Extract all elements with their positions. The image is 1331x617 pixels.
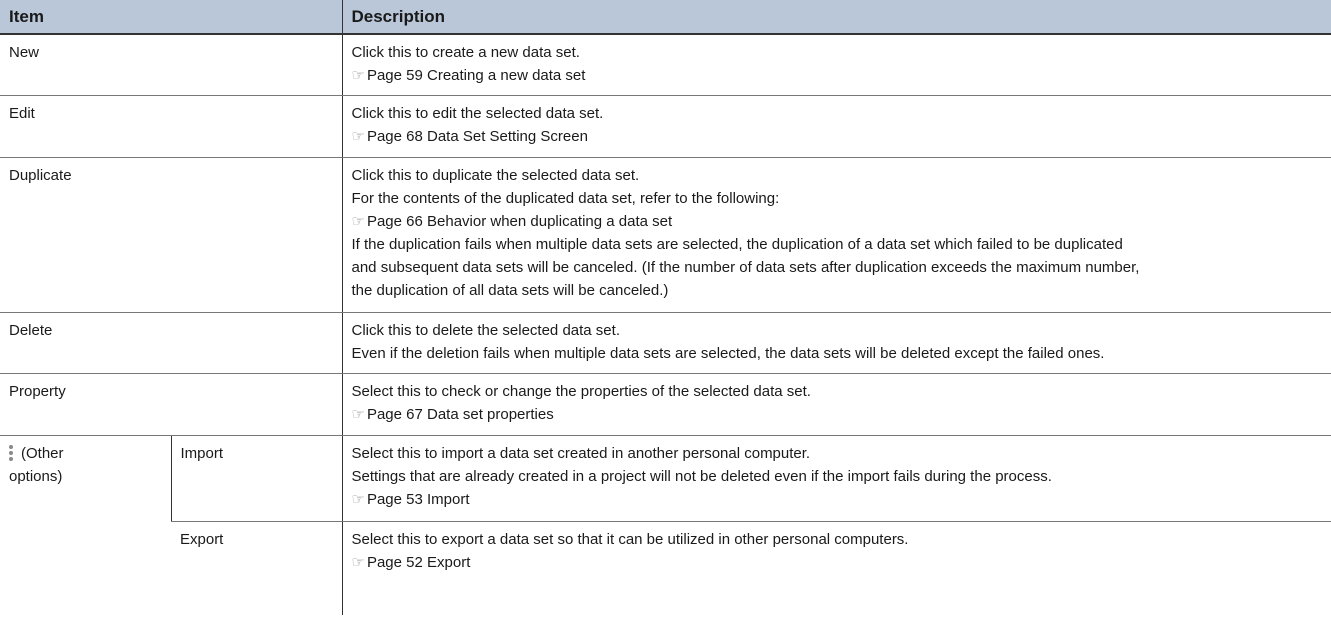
header-description: Description bbox=[341, 0, 1331, 35]
page-reference-label: Page 59 Creating a new data set bbox=[366, 67, 586, 84]
table-row: New Click this to create a new data set.… bbox=[0, 34, 1331, 96]
description-line: Even if the deletion fails when multiple… bbox=[351, 344, 1105, 362]
item-new: New bbox=[0, 34, 342, 96]
options-table: Item Description New Click this to creat… bbox=[0, 0, 1331, 615]
page-reference[interactable]: ☞ Page 66 Behavior when duplicating a dat… bbox=[352, 210, 1323, 233]
page-reference[interactable]: ☞ Page 68 Data Set Setting Screen bbox=[352, 125, 1323, 148]
description-line: For the contents of the duplicated data … bbox=[351, 189, 780, 207]
description-line: Click this to create a new data set. bbox=[351, 44, 580, 61]
page-reference[interactable]: ☞ Page 53 Import bbox=[352, 488, 1323, 511]
page-reference-label: Page 52 Export bbox=[366, 553, 471, 571]
page-reference-label: Page 53 Import bbox=[366, 490, 470, 508]
description-line: Select this to export a data set so that… bbox=[351, 530, 909, 548]
item-duplicate: Duplicate bbox=[0, 157, 342, 313]
item-import: Import bbox=[170, 435, 342, 522]
table-row: Duplicate Click this to duplicate the se… bbox=[0, 157, 1331, 313]
description-line: Select this to check or change the prope… bbox=[351, 382, 811, 400]
header-row: Item Description bbox=[0, 0, 1331, 35]
page-reference-label: Page 67 Data set properties bbox=[366, 405, 554, 423]
other-options-label-2: options) bbox=[9, 467, 63, 485]
description-edit: Click this to edit the selected data set… bbox=[341, 95, 1331, 158]
description-line: If the duplication fails when multiple d… bbox=[351, 235, 1123, 253]
description-line: Select this to import a data set created… bbox=[351, 444, 811, 462]
pointing-hand-icon: ☞ bbox=[351, 212, 365, 230]
table-row: Export Select this to export a data set … bbox=[0, 521, 1331, 615]
description-line: Click this to edit the selected data set… bbox=[351, 104, 604, 122]
description-line: the duplication of all data sets will be… bbox=[351, 281, 669, 299]
page-reference-label: Page 66 Behavior when duplicating a data… bbox=[366, 212, 673, 230]
table-row: Delete Click this to delete the selected… bbox=[0, 312, 1331, 374]
table-row: (Other options) Import Select this to im… bbox=[0, 435, 1331, 522]
description-new: Click this to create a new data set. ☞ Pa… bbox=[341, 34, 1331, 96]
page-reference[interactable]: ☞ Page 52 Export bbox=[352, 551, 1323, 574]
table-row: Edit Click this to edit the selected dat… bbox=[0, 95, 1331, 158]
description-line: Settings that are already created in a p… bbox=[351, 467, 1052, 485]
pointing-hand-icon: ☞ bbox=[351, 553, 365, 571]
pointing-hand-icon: ☞ bbox=[351, 490, 365, 508]
description-line: Click this to delete the selected data s… bbox=[351, 321, 620, 339]
description-export: Select this to export a data set so that… bbox=[341, 521, 1331, 615]
description-property: Select this to check or change the prope… bbox=[341, 373, 1331, 436]
table-row: Property Select this to check or change … bbox=[0, 373, 1331, 436]
pointing-hand-icon: ☞ bbox=[351, 67, 365, 84]
description-import: Select this to import a data set created… bbox=[341, 435, 1331, 522]
item-edit: Edit bbox=[0, 95, 342, 158]
page-reference-label: Page 68 Data Set Setting Screen bbox=[366, 127, 588, 145]
description-duplicate: Click this to duplicate the selected dat… bbox=[341, 157, 1331, 313]
item-other-options: (Other options) bbox=[0, 435, 171, 615]
more-vertical-icon bbox=[9, 444, 15, 463]
item-property: Property bbox=[0, 373, 342, 436]
other-options-label: (Other bbox=[21, 444, 64, 462]
pointing-hand-icon: ☞ bbox=[351, 405, 365, 423]
item-delete: Delete bbox=[0, 312, 342, 374]
item-export: Export bbox=[180, 530, 224, 548]
description-line: Click this to duplicate the selected dat… bbox=[351, 166, 640, 184]
page-reference[interactable]: ☞ Page 59 Creating a new data set bbox=[352, 64, 1323, 87]
description-delete: Click this to delete the selected data s… bbox=[341, 312, 1331, 374]
pointing-hand-icon: ☞ bbox=[351, 127, 365, 145]
header-item: Item bbox=[0, 0, 342, 35]
page-reference[interactable]: ☞ Page 67 Data set properties bbox=[352, 403, 1323, 426]
description-line: and subsequent data sets will be cancele… bbox=[351, 258, 1140, 276]
